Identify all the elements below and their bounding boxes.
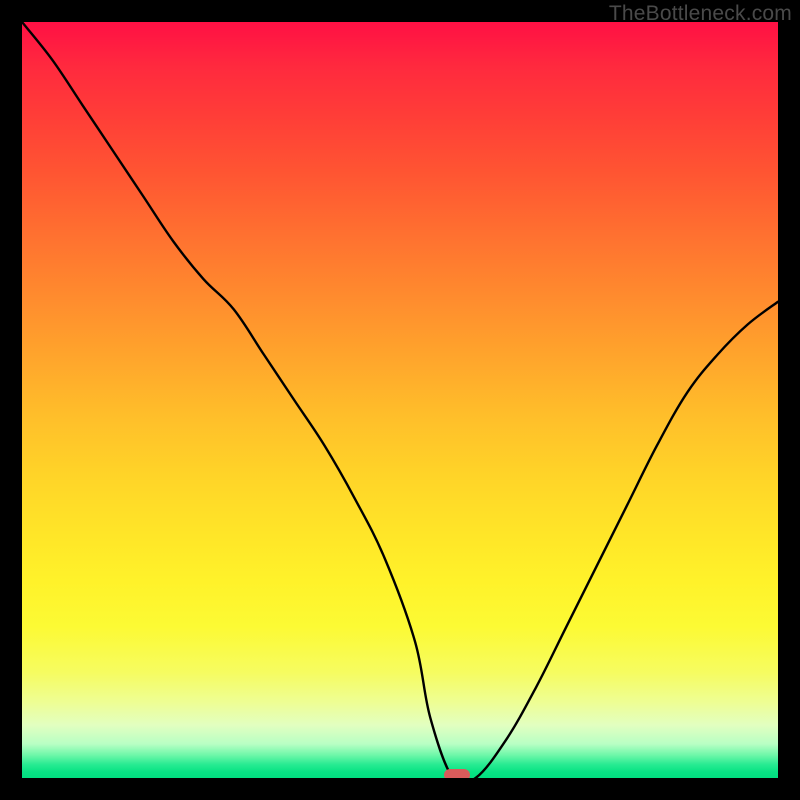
curve-path bbox=[22, 22, 778, 778]
plot-area bbox=[22, 22, 778, 778]
optimum-marker bbox=[444, 769, 470, 778]
bottleneck-curve bbox=[22, 22, 778, 778]
chart-frame: TheBottleneck.com bbox=[0, 0, 800, 800]
watermark-text: TheBottleneck.com bbox=[609, 2, 792, 26]
